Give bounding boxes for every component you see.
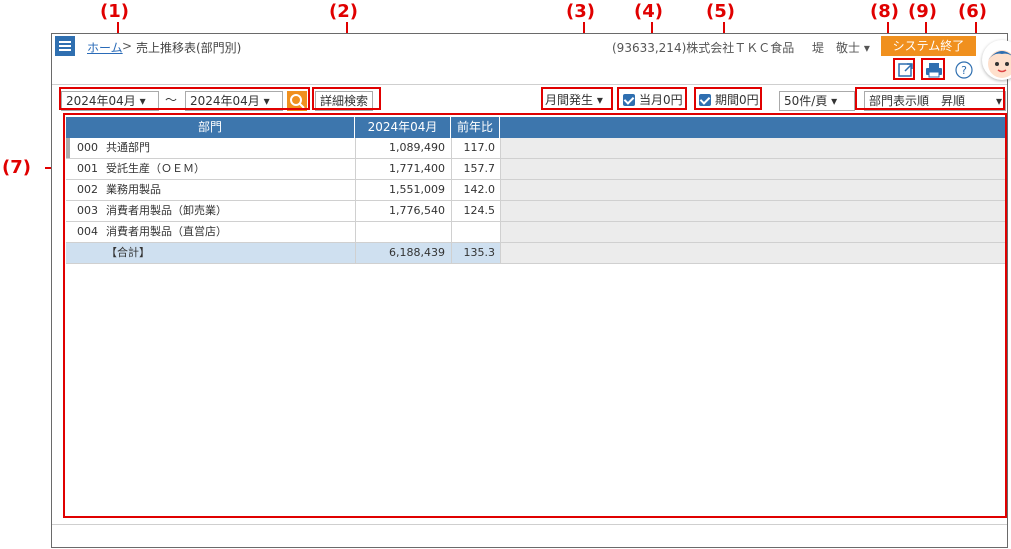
footer-divider (52, 524, 1007, 525)
highlight-box-9 (921, 58, 945, 80)
callout-4: (4) (634, 1, 663, 22)
highlight-box-5 (694, 87, 762, 110)
highlight-box-4 (617, 87, 687, 110)
toolbar-divider (52, 84, 1007, 85)
company-name: (93633,214)株式会社ＴＫＣ食品 (612, 41, 795, 55)
callout-9: (9) (908, 1, 937, 22)
breadcrumb-separator: > (122, 39, 133, 53)
assistant-avatar-icon[interactable] (982, 40, 1011, 80)
highlight-box-1 (59, 87, 310, 110)
callout-6: (6) (958, 1, 987, 22)
highlight-box-2 (312, 87, 381, 110)
help-icon[interactable]: ? (955, 61, 973, 79)
highlight-box-7 (63, 113, 1007, 518)
callout-3: (3) (566, 1, 595, 22)
page-size-select[interactable]: 50件/頁 ▾ (779, 91, 855, 111)
callout-2: (2) (329, 1, 358, 22)
svg-text:?: ? (961, 64, 967, 77)
highlight-box-8 (893, 58, 915, 80)
user-menu[interactable]: 堤 敬士 ▾ (812, 39, 870, 56)
highlight-box-6 (855, 87, 1005, 110)
callout-1: (1) (100, 1, 129, 22)
highlight-box-3 (541, 87, 613, 110)
callout-7: (7) (2, 157, 31, 178)
callout-5: (5) (706, 1, 735, 22)
system-exit-button[interactable]: システム終了 (881, 36, 976, 56)
hamburger-menu-icon[interactable] (55, 36, 75, 56)
top-bar: ホーム > 売上推移表(部門別) (93633,214)株式会社ＴＫＣ食品 堤 … (52, 34, 1011, 80)
breadcrumb-home-link[interactable]: ホーム (87, 39, 123, 56)
callout-8: (8) (870, 1, 899, 22)
page-title: 売上推移表(部門別) (136, 41, 242, 55)
